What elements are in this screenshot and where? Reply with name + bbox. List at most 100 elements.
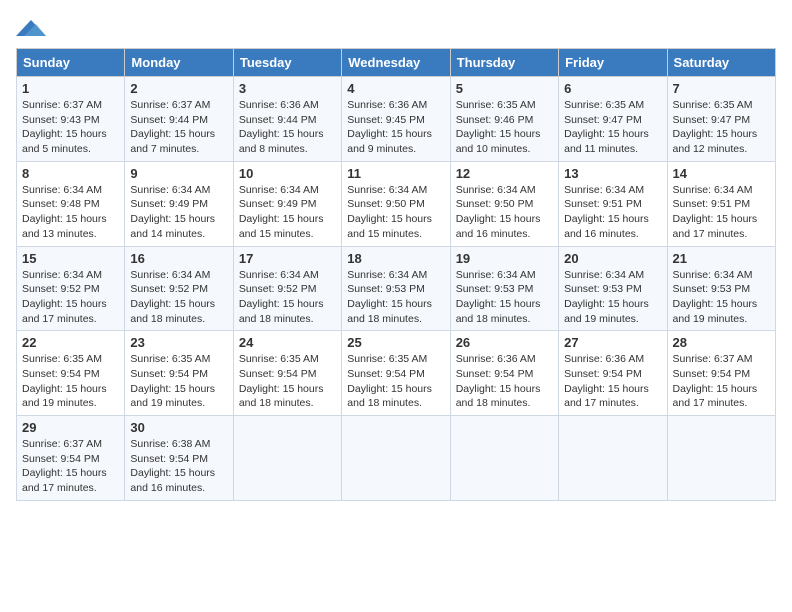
calendar-day-cell: 14 Sunrise: 6:34 AMSunset: 9:51 PMDaylig…: [667, 161, 775, 246]
day-number: 12: [456, 166, 553, 181]
day-info: Sunrise: 6:36 AMSunset: 9:54 PMDaylight:…: [564, 352, 661, 411]
day-number: 21: [673, 251, 770, 266]
weekday-header: Wednesday: [342, 49, 450, 77]
calendar-day-cell: 28 Sunrise: 6:37 AMSunset: 9:54 PMDaylig…: [667, 331, 775, 416]
calendar-day-cell: [233, 416, 341, 501]
day-number: 7: [673, 81, 770, 96]
day-info: Sunrise: 6:34 AMSunset: 9:53 PMDaylight:…: [673, 268, 770, 327]
day-number: 4: [347, 81, 444, 96]
weekday-header: Saturday: [667, 49, 775, 77]
day-info: Sunrise: 6:34 AMSunset: 9:53 PMDaylight:…: [456, 268, 553, 327]
day-number: 2: [130, 81, 227, 96]
day-info: Sunrise: 6:35 AMSunset: 9:47 PMDaylight:…: [673, 98, 770, 157]
day-number: 11: [347, 166, 444, 181]
day-info: Sunrise: 6:35 AMSunset: 9:47 PMDaylight:…: [564, 98, 661, 157]
day-info: Sunrise: 6:35 AMSunset: 9:46 PMDaylight:…: [456, 98, 553, 157]
day-info: Sunrise: 6:36 AMSunset: 9:44 PMDaylight:…: [239, 98, 336, 157]
day-info: Sunrise: 6:34 AMSunset: 9:52 PMDaylight:…: [22, 268, 119, 327]
day-number: 20: [564, 251, 661, 266]
calendar-week-row: 8 Sunrise: 6:34 AMSunset: 9:48 PMDayligh…: [17, 161, 776, 246]
day-info: Sunrise: 6:35 AMSunset: 9:54 PMDaylight:…: [130, 352, 227, 411]
logo: [16, 16, 50, 40]
calendar-day-cell: 10 Sunrise: 6:34 AMSunset: 9:49 PMDaylig…: [233, 161, 341, 246]
calendar-day-cell: 5 Sunrise: 6:35 AMSunset: 9:46 PMDayligh…: [450, 77, 558, 162]
day-number: 25: [347, 335, 444, 350]
day-number: 13: [564, 166, 661, 181]
weekday-header: Sunday: [17, 49, 125, 77]
calendar-day-cell: 3 Sunrise: 6:36 AMSunset: 9:44 PMDayligh…: [233, 77, 341, 162]
weekday-header: Monday: [125, 49, 233, 77]
day-number: 16: [130, 251, 227, 266]
calendar-day-cell: [342, 416, 450, 501]
day-info: Sunrise: 6:34 AMSunset: 9:53 PMDaylight:…: [564, 268, 661, 327]
calendar-day-cell: [667, 416, 775, 501]
day-info: Sunrise: 6:37 AMSunset: 9:54 PMDaylight:…: [22, 437, 119, 496]
calendar-day-cell: 27 Sunrise: 6:36 AMSunset: 9:54 PMDaylig…: [559, 331, 667, 416]
day-number: 19: [456, 251, 553, 266]
calendar-day-cell: 9 Sunrise: 6:34 AMSunset: 9:49 PMDayligh…: [125, 161, 233, 246]
day-number: 28: [673, 335, 770, 350]
calendar-day-cell: 17 Sunrise: 6:34 AMSunset: 9:52 PMDaylig…: [233, 246, 341, 331]
day-number: 3: [239, 81, 336, 96]
calendar-day-cell: 21 Sunrise: 6:34 AMSunset: 9:53 PMDaylig…: [667, 246, 775, 331]
calendar-day-cell: 12 Sunrise: 6:34 AMSunset: 9:50 PMDaylig…: [450, 161, 558, 246]
day-info: Sunrise: 6:38 AMSunset: 9:54 PMDaylight:…: [130, 437, 227, 496]
day-info: Sunrise: 6:34 AMSunset: 9:52 PMDaylight:…: [130, 268, 227, 327]
day-info: Sunrise: 6:37 AMSunset: 9:44 PMDaylight:…: [130, 98, 227, 157]
calendar-table: SundayMondayTuesdayWednesdayThursdayFrid…: [16, 48, 776, 501]
calendar-day-cell: 6 Sunrise: 6:35 AMSunset: 9:47 PMDayligh…: [559, 77, 667, 162]
calendar-day-cell: 16 Sunrise: 6:34 AMSunset: 9:52 PMDaylig…: [125, 246, 233, 331]
day-info: Sunrise: 6:37 AMSunset: 9:43 PMDaylight:…: [22, 98, 119, 157]
weekday-header: Friday: [559, 49, 667, 77]
calendar-day-cell: 29 Sunrise: 6:37 AMSunset: 9:54 PMDaylig…: [17, 416, 125, 501]
day-info: Sunrise: 6:34 AMSunset: 9:49 PMDaylight:…: [239, 183, 336, 242]
calendar-day-cell: 19 Sunrise: 6:34 AMSunset: 9:53 PMDaylig…: [450, 246, 558, 331]
calendar-day-cell: 24 Sunrise: 6:35 AMSunset: 9:54 PMDaylig…: [233, 331, 341, 416]
day-info: Sunrise: 6:34 AMSunset: 9:51 PMDaylight:…: [564, 183, 661, 242]
calendar-day-cell: 7 Sunrise: 6:35 AMSunset: 9:47 PMDayligh…: [667, 77, 775, 162]
day-number: 23: [130, 335, 227, 350]
day-info: Sunrise: 6:36 AMSunset: 9:54 PMDaylight:…: [456, 352, 553, 411]
day-number: 15: [22, 251, 119, 266]
day-info: Sunrise: 6:34 AMSunset: 9:50 PMDaylight:…: [347, 183, 444, 242]
calendar-day-cell: 25 Sunrise: 6:35 AMSunset: 9:54 PMDaylig…: [342, 331, 450, 416]
weekday-header: Thursday: [450, 49, 558, 77]
calendar-week-row: 22 Sunrise: 6:35 AMSunset: 9:54 PMDaylig…: [17, 331, 776, 416]
day-number: 5: [456, 81, 553, 96]
day-number: 14: [673, 166, 770, 181]
calendar-week-row: 15 Sunrise: 6:34 AMSunset: 9:52 PMDaylig…: [17, 246, 776, 331]
calendar-day-cell: 8 Sunrise: 6:34 AMSunset: 9:48 PMDayligh…: [17, 161, 125, 246]
calendar-day-cell: [559, 416, 667, 501]
day-info: Sunrise: 6:34 AMSunset: 9:50 PMDaylight:…: [456, 183, 553, 242]
day-number: 30: [130, 420, 227, 435]
day-number: 9: [130, 166, 227, 181]
header-row: SundayMondayTuesdayWednesdayThursdayFrid…: [17, 49, 776, 77]
page-header: [16, 16, 776, 40]
day-info: Sunrise: 6:34 AMSunset: 9:53 PMDaylight:…: [347, 268, 444, 327]
day-number: 29: [22, 420, 119, 435]
calendar-day-cell: 15 Sunrise: 6:34 AMSunset: 9:52 PMDaylig…: [17, 246, 125, 331]
day-info: Sunrise: 6:35 AMSunset: 9:54 PMDaylight:…: [347, 352, 444, 411]
day-info: Sunrise: 6:37 AMSunset: 9:54 PMDaylight:…: [673, 352, 770, 411]
day-info: Sunrise: 6:36 AMSunset: 9:45 PMDaylight:…: [347, 98, 444, 157]
calendar-day-cell: 1 Sunrise: 6:37 AMSunset: 9:43 PMDayligh…: [17, 77, 125, 162]
calendar-day-cell: 26 Sunrise: 6:36 AMSunset: 9:54 PMDaylig…: [450, 331, 558, 416]
calendar-week-row: 1 Sunrise: 6:37 AMSunset: 9:43 PMDayligh…: [17, 77, 776, 162]
day-number: 22: [22, 335, 119, 350]
day-number: 27: [564, 335, 661, 350]
day-number: 26: [456, 335, 553, 350]
calendar-day-cell: 11 Sunrise: 6:34 AMSunset: 9:50 PMDaylig…: [342, 161, 450, 246]
day-number: 6: [564, 81, 661, 96]
day-number: 17: [239, 251, 336, 266]
calendar-body: 1 Sunrise: 6:37 AMSunset: 9:43 PMDayligh…: [17, 77, 776, 501]
day-number: 10: [239, 166, 336, 181]
day-number: 18: [347, 251, 444, 266]
calendar-day-cell: 23 Sunrise: 6:35 AMSunset: 9:54 PMDaylig…: [125, 331, 233, 416]
day-number: 8: [22, 166, 119, 181]
calendar-day-cell: 2 Sunrise: 6:37 AMSunset: 9:44 PMDayligh…: [125, 77, 233, 162]
day-info: Sunrise: 6:34 AMSunset: 9:51 PMDaylight:…: [673, 183, 770, 242]
day-info: Sunrise: 6:34 AMSunset: 9:48 PMDaylight:…: [22, 183, 119, 242]
calendar-day-cell: 20 Sunrise: 6:34 AMSunset: 9:53 PMDaylig…: [559, 246, 667, 331]
calendar-day-cell: [450, 416, 558, 501]
calendar-day-cell: 18 Sunrise: 6:34 AMSunset: 9:53 PMDaylig…: [342, 246, 450, 331]
